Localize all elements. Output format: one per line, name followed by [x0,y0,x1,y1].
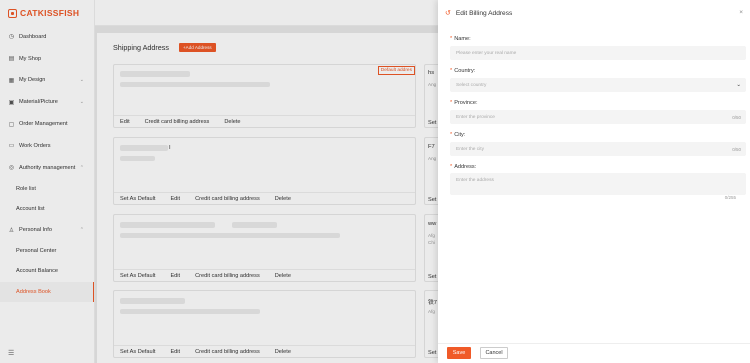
edit-billing-address-drawer: ↺ Edit Billing Address × * Name: Please e… [438,0,750,363]
chevron-down-icon: ⌄ [736,82,741,88]
drawer-header: ↺ Edit Billing Address × [438,0,750,26]
close-icon[interactable]: × [739,9,743,16]
character-counter: 0/50 [732,146,741,152]
name-field[interactable]: Please enter your real name [450,46,746,60]
province-field[interactable]: Enter the province 0/50 [450,110,746,124]
city-label: * City: [450,132,466,138]
name-label: * Name: [450,36,471,42]
character-counter: 0/50 [732,114,741,120]
province-label: * Province: [450,100,478,106]
country-select[interactable]: Select country ⌄ [450,78,746,92]
drawer-title: Edit Billing Address [455,9,513,17]
back-icon[interactable]: ↺ [445,9,451,17]
country-label: * Country: [450,68,476,74]
city-field[interactable]: Enter the city 0/50 [450,142,746,156]
cancel-button[interactable]: Cancel [480,347,508,359]
address-label: * Address: [450,164,477,170]
save-button[interactable]: Save [447,347,471,359]
drawer-footer: Save Cancel [438,343,750,363]
address-field[interactable]: Enter the address [450,173,746,195]
drawer-overlay[interactable] [0,0,438,363]
character-counter: 0/255 [724,195,736,200]
